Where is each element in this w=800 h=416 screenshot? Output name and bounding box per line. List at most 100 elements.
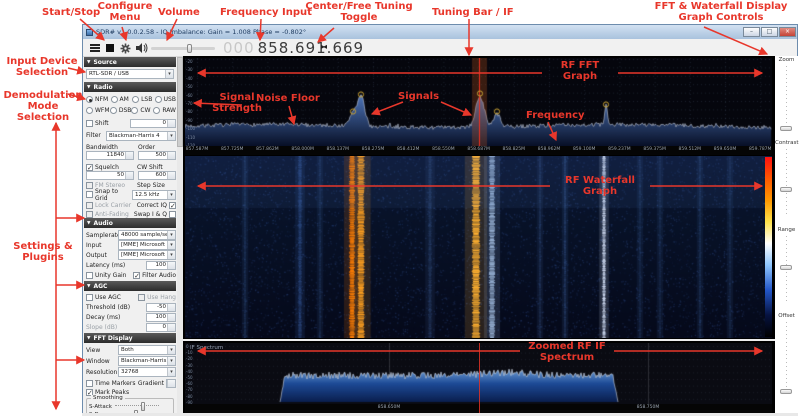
samplerate-select[interactable]: 48000 sample/sec [118, 230, 176, 240]
shift-field[interactable]: 0 [130, 119, 176, 128]
s-attack-slider[interactable] [115, 402, 159, 411]
freq-axis-label: 859.512M [678, 147, 702, 152]
time-markers-checkbox[interactable] [86, 380, 93, 387]
if-axis-label: 858.650M [377, 405, 401, 410]
volume-slider[interactable] [151, 44, 215, 53]
audio-output-select[interactable]: [MME] Microsoft Soun [118, 250, 176, 260]
volume-slider-thumb[interactable] [187, 44, 192, 53]
minimize-button[interactable]: – [743, 27, 760, 37]
freq-axis-label: 858.412M [396, 147, 420, 152]
offset-slider[interactable] [786, 322, 787, 392]
shift-checkbox[interactable] [86, 120, 93, 127]
close-button[interactable]: × [779, 27, 796, 37]
order-field[interactable]: 500 [138, 151, 176, 160]
contrast-slider[interactable] [786, 149, 787, 215]
swap-iq-checkbox[interactable] [169, 211, 176, 218]
collapse-icon: ▼ [87, 220, 91, 226]
configure-button[interactable] [119, 42, 131, 54]
fft-window-select[interactable]: Blackman-Harris 4 [118, 356, 176, 366]
frequency-input[interactable]: 000 858.691.669 [223, 39, 364, 57]
use-hang-checkbox[interactable] [138, 294, 146, 301]
radio-mode-cw[interactable] [131, 107, 139, 114]
freq-axis-label: 859.787M [748, 147, 772, 152]
panel-header-radio[interactable]: ▼ Radio [84, 82, 176, 92]
if-db-label: -30 [186, 362, 193, 368]
maximize-button[interactable]: □ [761, 27, 778, 37]
zoom-slider-thumb[interactable] [780, 126, 792, 131]
filter-select[interactable]: Blackman-Harris 4 [106, 130, 176, 141]
squelch-checkbox[interactable] [86, 164, 93, 172]
collapse-icon: ▼ [87, 335, 91, 341]
radio-mode-raw[interactable] [153, 107, 161, 114]
title-bar[interactable]: SDR# v1.0.0.2.58 - IQ Imbalance: Gain = … [83, 25, 797, 39]
display-controls-panel: Zoom Contrast Range Offset [775, 56, 799, 413]
agc-slope-field[interactable]: 0 [146, 323, 176, 332]
if-db-label: -50 [186, 375, 193, 380]
speaker-icon [135, 43, 147, 53]
radio-mode-nfm[interactable] [86, 96, 93, 103]
freq-axis-label: 857.862M [256, 147, 279, 152]
filter-audio-checkbox[interactable] [133, 272, 141, 280]
annotation-start-stop: Start/Stop [42, 7, 101, 18]
contrast-slider-thumb[interactable] [780, 187, 792, 192]
panel-header-fft-display[interactable]: ▼ FFT Display [84, 333, 176, 343]
squelch-field[interactable]: 50 [86, 171, 134, 180]
annotation-volume: Volume [158, 7, 200, 18]
audio-mute-button[interactable] [135, 42, 148, 54]
use-agc-checkbox[interactable] [86, 294, 93, 301]
correct-iq-checkbox[interactable] [169, 202, 176, 210]
rf-fft-graph[interactable] [185, 58, 772, 146]
audio-input-select[interactable]: [MME] Microsoft Soun [118, 240, 176, 250]
toolbar: 000 858.691.669 ▸◂ [83, 39, 797, 57]
display-area: -20-30-40-50-60-70-80-90-100-110-120 857… [183, 56, 775, 413]
freq-axis-label: 859.100M [572, 147, 596, 152]
zoom-control: Zoom [775, 57, 798, 132]
fft-db-label: -70 [186, 101, 193, 106]
cw-shift-field[interactable]: 600 [138, 171, 176, 180]
menu-hamburger-icon[interactable] [89, 42, 101, 54]
agc-threshold-field[interactable]: -50 [146, 303, 176, 312]
radio-mode-wfm[interactable] [86, 107, 93, 114]
annotation-frequency-input: Frequency Input [220, 7, 312, 18]
snap-to-grid-checkbox[interactable] [86, 191, 93, 198]
if-db-label: -60 [186, 381, 193, 387]
radio-mode-dsb[interactable] [109, 107, 117, 114]
fm-stereo-checkbox[interactable] [86, 182, 93, 189]
if-tuning-line[interactable] [479, 343, 480, 413]
anti-fading-checkbox[interactable] [86, 211, 93, 218]
radio-mode-am[interactable] [110, 96, 118, 103]
radio-mode-usb[interactable] [154, 96, 162, 103]
start-stop-button[interactable] [105, 42, 115, 54]
bandwidth-field[interactable]: 11840 [86, 151, 134, 160]
collapse-icon: ▼ [87, 283, 91, 289]
fft-view-select[interactable]: Both [118, 345, 176, 355]
frequency-axis[interactable]: 857.587M 857.725M 857.862M 858.000M 858.137M… [185, 146, 772, 155]
radio-mode-lsb[interactable] [132, 96, 140, 103]
range-slider-thumb[interactable] [780, 265, 792, 270]
freq-axis-label: 859.237M [608, 147, 631, 152]
panel-header-agc[interactable]: ▼ AGC [84, 281, 176, 291]
panel-header-audio[interactable]: ▼ Audio [84, 218, 176, 228]
freq-axis-label: 858.687M [467, 147, 490, 152]
fft-resolution-select[interactable]: 32768 [118, 367, 176, 377]
lock-carrier-checkbox[interactable] [86, 202, 93, 209]
latency-field[interactable]: 100 [146, 261, 176, 270]
offset-control: Offset [775, 313, 798, 394]
agc-decay-field[interactable]: 100 [146, 313, 176, 322]
if-db-label: -70 [186, 387, 193, 393]
unity-gain-checkbox[interactable] [86, 272, 93, 279]
freq-axis-label: 858.137M [326, 147, 350, 152]
source-device-select[interactable]: RTL-SDR / USB [86, 69, 174, 79]
step-size-select[interactable]: 12.5 kHz [132, 189, 176, 200]
rf-waterfall-graph[interactable] [185, 156, 772, 338]
offset-slider-thumb[interactable] [780, 389, 792, 394]
gradient-button[interactable]: ... [166, 379, 176, 388]
freq-axis-label: 858.000M [291, 147, 314, 152]
freq-axis-label: 858.550M [432, 147, 455, 152]
panel-header-source[interactable]: ▼ Source [84, 57, 176, 67]
zoom-slider[interactable] [786, 66, 787, 132]
waterfall-gradient-legend [765, 157, 772, 337]
if-db-label: -20 [186, 356, 193, 362]
tuning-toggle-icon[interactable]: ▸◂ [321, 42, 327, 51]
freq-axis-label: 859.650M [713, 147, 737, 152]
